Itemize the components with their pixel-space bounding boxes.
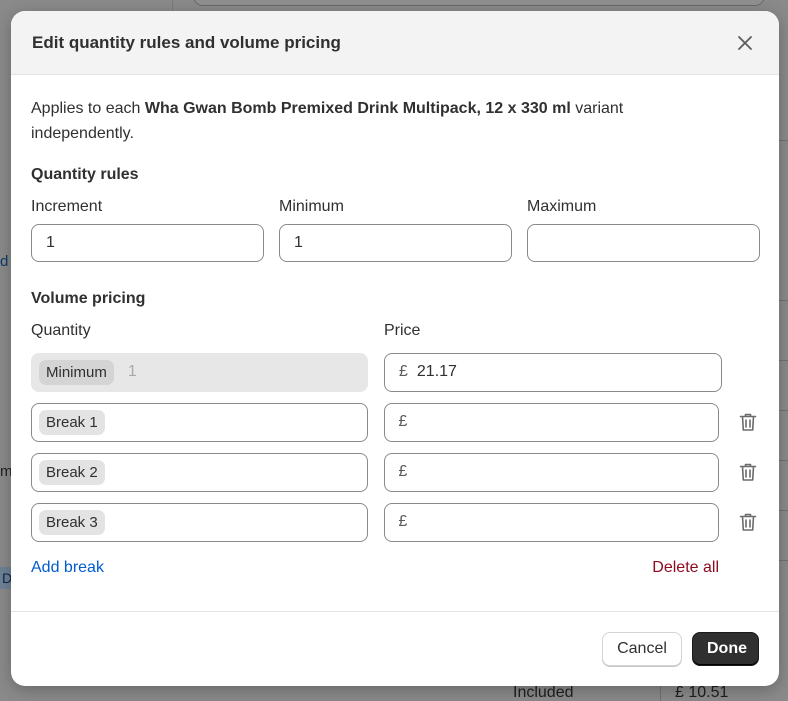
tier-chip: Break 1 xyxy=(39,409,105,435)
volume-pricing-headers: Quantity Price xyxy=(31,322,759,340)
modal-title: Edit quantity rules and volume pricing xyxy=(32,32,341,52)
price-field[interactable]: £ xyxy=(383,502,720,542)
cancel-button[interactable]: Cancel xyxy=(602,632,682,666)
trash-icon xyxy=(739,513,757,531)
modal-body: Applies to each Wha Gwan Bomb Premixed D… xyxy=(11,75,779,577)
delete-all-link[interactable]: Delete all xyxy=(652,559,719,577)
delete-break-button[interactable] xyxy=(737,411,759,433)
add-break-link[interactable]: Add break xyxy=(31,559,104,577)
tier-chip: Break 2 xyxy=(39,459,105,485)
applies-description: Applies to each Wha Gwan Bomb Premixed D… xyxy=(31,96,671,146)
break-quantity-field[interactable]: Break 1 xyxy=(31,402,368,442)
volume-pricing-row: Break 2 £ xyxy=(31,452,759,492)
volume-pricing-row: Minimum 1 £ 21.17 xyxy=(31,352,759,392)
background-search-bar xyxy=(193,0,765,6)
maximum-group: Maximum xyxy=(527,198,760,262)
trash-icon xyxy=(739,463,757,481)
currency-symbol: £ xyxy=(399,363,408,380)
minimum-quantity-field: Minimum 1 xyxy=(31,352,368,392)
price-field[interactable]: £ 21.17 xyxy=(384,352,722,392)
increment-label: Increment xyxy=(31,198,103,215)
tier-chip: Break 3 xyxy=(39,509,105,535)
price-field[interactable]: £ xyxy=(383,452,720,492)
break-quantity-field[interactable]: Break 3 xyxy=(31,502,368,542)
delete-break-button[interactable] xyxy=(737,461,759,483)
minimum-group: Minimum xyxy=(279,198,512,262)
applies-prefix: Applies to each xyxy=(31,100,145,117)
background-price: £ 10.51 xyxy=(675,684,729,701)
quantity-rules-title: Quantity rules xyxy=(31,166,139,183)
tier-chip: Minimum xyxy=(39,359,114,385)
currency-symbol: £ xyxy=(398,513,408,530)
minimum-input[interactable] xyxy=(279,224,512,262)
modal-footer: Cancel Done xyxy=(11,611,779,686)
background-included-label: Included xyxy=(513,684,574,701)
product-name: Wha Gwan Bomb Premixed Drink Multipack, … xyxy=(144,100,571,117)
maximum-label: Maximum xyxy=(527,198,597,215)
close-button[interactable] xyxy=(731,29,759,57)
modal-header: Edit quantity rules and volume pricing xyxy=(11,11,779,75)
background-text-fragment: d xyxy=(0,253,9,270)
currency-symbol: £ xyxy=(398,463,408,480)
minimum-label: Minimum xyxy=(279,198,344,215)
quantity-header: Quantity xyxy=(31,322,91,339)
volume-pricing-row: Break 1 £ xyxy=(31,402,759,442)
increment-input[interactable] xyxy=(31,224,264,262)
price-header: Price xyxy=(384,322,421,339)
volume-pricing-title: Volume pricing xyxy=(31,290,146,307)
maximum-input[interactable] xyxy=(527,224,760,262)
volume-pricing-modal: Edit quantity rules and volume pricing A… xyxy=(11,11,779,686)
increment-group: Increment xyxy=(31,198,264,262)
close-icon xyxy=(738,35,752,50)
delete-break-button[interactable] xyxy=(737,511,759,533)
break-quantity-field[interactable]: Break 2 xyxy=(31,452,368,492)
price-value: 21.17 xyxy=(416,363,457,380)
done-button[interactable]: Done xyxy=(692,632,759,666)
volume-pricing-actions: Add break Delete all xyxy=(31,559,719,577)
currency-symbol: £ xyxy=(398,413,408,430)
quantity-rules-row: Increment Minimum Maximum xyxy=(31,198,760,262)
trash-icon xyxy=(739,413,757,431)
volume-pricing-row: Break 3 £ xyxy=(31,502,759,542)
minimum-quantity-value: 1 xyxy=(127,363,137,380)
price-field[interactable]: £ xyxy=(383,402,720,442)
